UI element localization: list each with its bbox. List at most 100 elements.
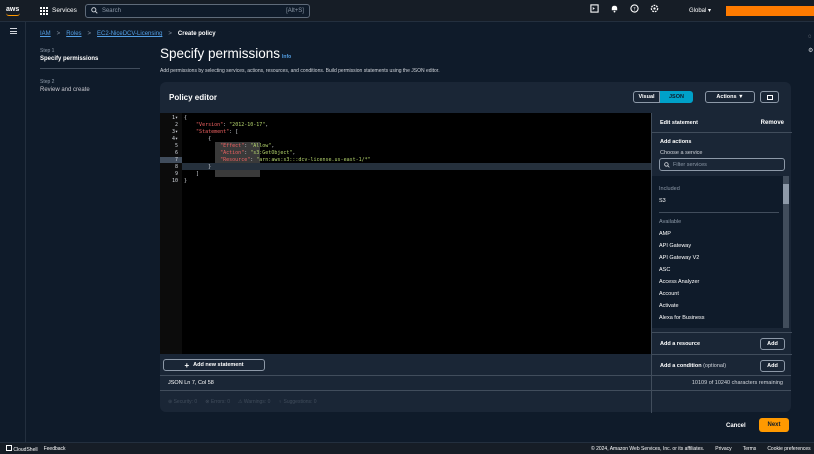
errors-count[interactable]: ⊗ Errors: 0 bbox=[205, 399, 230, 405]
code-line: } bbox=[208, 164, 212, 170]
service-item[interactable]: Activate bbox=[659, 303, 679, 309]
add-condition-button[interactable]: Add bbox=[760, 359, 785, 372]
side-navigation bbox=[0, 22, 26, 442]
service-item[interactable]: AMP bbox=[659, 231, 671, 237]
service-list-scrollbar[interactable] bbox=[783, 176, 789, 328]
json-mode-button[interactable]: JSON bbox=[660, 91, 693, 103]
line-number: 5 bbox=[174, 143, 178, 149]
breadcrumb-current: Create policy bbox=[177, 31, 216, 37]
gear-icon[interactable]: ⚙ bbox=[808, 44, 813, 58]
cookie-preferences-link[interactable]: Cookie preferences bbox=[767, 446, 810, 452]
page-title: Specify permissions Info bbox=[160, 46, 291, 61]
cursor-position: JSON Ln 7, Col 58 bbox=[168, 380, 214, 386]
menu-icon[interactable] bbox=[10, 28, 17, 36]
edit-statement-title: Edit statement bbox=[660, 119, 698, 126]
line-number: 10 bbox=[171, 178, 178, 184]
search-input[interactable]: Search [Alt+S] bbox=[84, 3, 310, 18]
warnings-count[interactable]: ⚠ Warnings: 0 bbox=[238, 399, 270, 405]
json-code-editor[interactable]: 1▾ 2 3▾ 4▾ 5 6 7 8 9 10 { "Version": "20… bbox=[160, 113, 651, 354]
remove-statement-button[interactable]: Remove bbox=[761, 120, 784, 126]
add-resource-label: Add a resource bbox=[660, 340, 701, 347]
copyright-text: © 2024, Amazon Web Services, Inc. or its… bbox=[591, 445, 705, 452]
visual-mode-button[interactable]: Visual bbox=[633, 91, 660, 103]
service-item[interactable]: Account bbox=[659, 291, 679, 297]
breadcrumb-roles[interactable]: Roles bbox=[66, 31, 81, 37]
panel-toggle-button[interactable] bbox=[760, 91, 779, 103]
account-menu[interactable] bbox=[726, 6, 814, 16]
aws-logo[interactable]: aws bbox=[6, 6, 28, 16]
step-1-number: Step 1 bbox=[40, 48, 55, 54]
region-selector[interactable]: Global ▾ bbox=[689, 7, 711, 14]
line-number: 6 bbox=[174, 150, 178, 156]
grid-icon bbox=[40, 6, 48, 15]
policy-editor-panel: Policy editor Visual JSON Actions ▼ 1▾ 2… bbox=[160, 82, 792, 413]
add-new-statement-label: Add new statement bbox=[193, 362, 244, 368]
search-shortcut: [Alt+S] bbox=[286, 7, 304, 14]
suggestions-count[interactable]: ♀ Suggestions: 0 bbox=[278, 399, 316, 405]
line-number: 3▾ bbox=[171, 129, 178, 135]
terms-link[interactable]: Terms bbox=[743, 446, 757, 452]
security-count[interactable]: ⊕ Security: 0 bbox=[168, 399, 197, 405]
feedback-link[interactable]: Feedback bbox=[44, 446, 66, 452]
choose-service-label: Choose a service bbox=[660, 150, 703, 156]
breadcrumb-iam[interactable]: IAM bbox=[40, 31, 51, 37]
service-item[interactable]: API Gateway bbox=[659, 243, 691, 249]
breadcrumb-role[interactable]: EC2-NiceDCV-Licensing bbox=[97, 31, 162, 37]
aws-smile-icon bbox=[6, 13, 20, 16]
right-edge-icons: ◌ ⚙ bbox=[808, 30, 813, 58]
help-icon[interactable]: ? bbox=[630, 4, 639, 13]
gear-icon[interactable] bbox=[650, 4, 659, 13]
filter-services-input[interactable]: Filter services bbox=[659, 158, 785, 171]
next-button[interactable]: Next bbox=[759, 418, 789, 432]
cloudshell-footer-link[interactable]: CloudShell bbox=[6, 444, 38, 453]
chevron-right-icon: > bbox=[87, 31, 92, 37]
terminal-icon bbox=[6, 444, 12, 451]
step-2-title[interactable]: Review and create bbox=[40, 87, 140, 93]
code-line: "Resource": "arn:aws:s3:::dcv-license.us… bbox=[220, 157, 371, 163]
page-title-text: Specify permissions bbox=[160, 46, 281, 61]
service-item[interactable]: Alexa for Business bbox=[659, 315, 705, 321]
cloudshell-icon[interactable] bbox=[590, 4, 599, 13]
line-number: 2 bbox=[174, 122, 178, 128]
search-icon bbox=[664, 161, 670, 168]
add-condition-label: Add a condition (optional) bbox=[660, 362, 727, 369]
edit-statement-panel: Edit statement Remove Add actions Choose… bbox=[651, 113, 792, 413]
cancel-button[interactable]: Cancel bbox=[726, 423, 746, 429]
privacy-link[interactable]: Privacy bbox=[715, 446, 731, 452]
top-navigation-bar: aws Services Search [Alt+S] ? Global ▾ bbox=[0, 0, 814, 22]
bell-icon[interactable] bbox=[610, 4, 619, 13]
services-label: Services bbox=[52, 7, 77, 14]
edit-statement-header: Edit statement Remove bbox=[652, 113, 792, 133]
page-description: Add permissions by selecting services, a… bbox=[160, 68, 440, 74]
step-1-title: Specify permissions bbox=[40, 56, 99, 62]
service-item-s3[interactable]: S3 bbox=[659, 198, 666, 204]
editor-mode-toggle: Visual JSON bbox=[633, 91, 693, 103]
breadcrumb: IAM > Roles > EC2-NiceDCV-Licensing > Cr… bbox=[40, 31, 216, 37]
services-menu-button[interactable]: Services bbox=[40, 6, 77, 15]
add-resource-button[interactable]: Add bbox=[760, 337, 785, 350]
service-item[interactable]: ASC bbox=[659, 267, 670, 273]
service-item[interactable]: API Gateway V2 bbox=[659, 255, 699, 261]
plus-icon: + bbox=[184, 360, 190, 370]
service-item[interactable]: Access Analyzer bbox=[659, 279, 699, 285]
line-number: 7 bbox=[160, 157, 182, 163]
editor-status-bar: JSON Ln 7, Col 58 10109 of 10240 charact… bbox=[160, 375, 791, 390]
line-number: 9 bbox=[174, 171, 178, 177]
divider bbox=[659, 212, 779, 213]
code-line: ] bbox=[196, 171, 200, 177]
lint-summary-bar: ⊕ Security: 0 ⊗ Errors: 0 ⚠ Warnings: 0 … bbox=[160, 390, 791, 412]
code-line: "Action": "s3:GetObject", bbox=[220, 150, 296, 156]
actions-dropdown-button[interactable]: Actions ▼ bbox=[705, 91, 755, 103]
line-number: 4▾ bbox=[171, 136, 178, 142]
circle-icon[interactable]: ◌ bbox=[808, 30, 813, 44]
search-icon bbox=[91, 7, 98, 14]
info-link[interactable]: Info bbox=[282, 54, 291, 60]
add-new-statement-button[interactable]: + Add new statement bbox=[163, 359, 265, 371]
search-placeholder: Search bbox=[101, 7, 121, 14]
panel-icon bbox=[766, 94, 773, 100]
wizard-steps: Step 1 Specify permissions Step 2 Review… bbox=[40, 48, 140, 93]
scrollbar-thumb[interactable] bbox=[783, 184, 789, 204]
service-list: Included S3 Available AMP API Gateway AP… bbox=[652, 176, 783, 328]
included-group-label: Included bbox=[659, 186, 680, 192]
chevron-right-icon: > bbox=[56, 31, 61, 37]
